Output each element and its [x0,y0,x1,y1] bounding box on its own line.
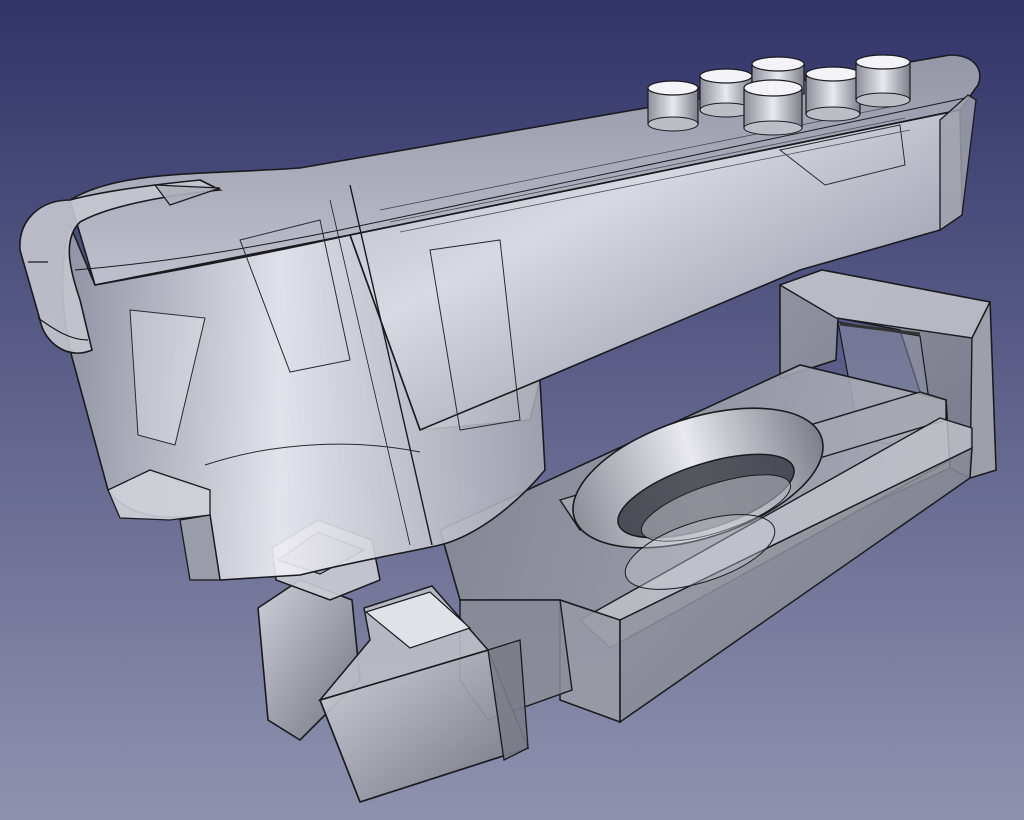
housing-end-cap [939,94,977,232]
peg-6[interactable] [855,54,911,108]
peg-4[interactable] [743,79,803,136]
base-front-face [559,598,621,724]
model-scene[interactable] [0,0,1024,820]
3d-viewport[interactable] [0,0,1024,820]
peg-1[interactable] [647,80,699,132]
peg-5[interactable] [805,66,861,122]
